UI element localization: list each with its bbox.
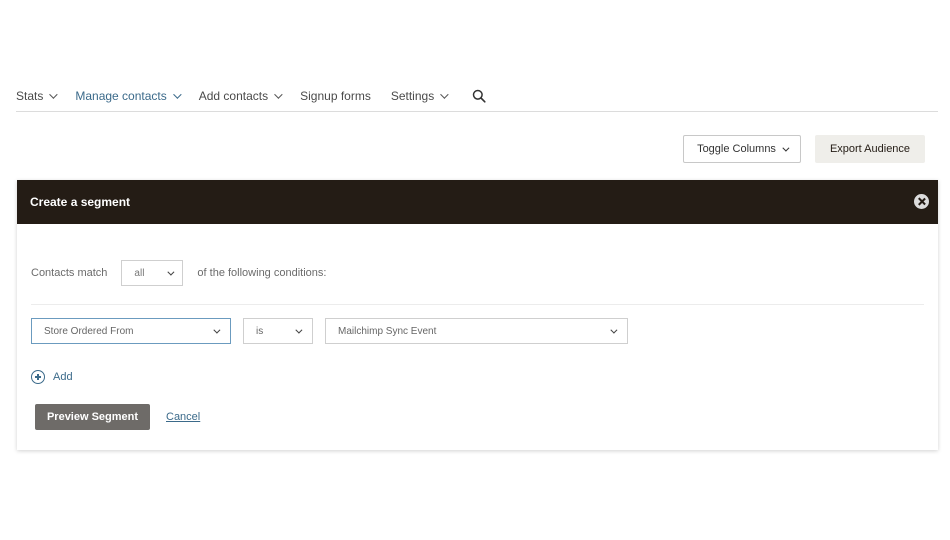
match-type-select[interactable]: all	[121, 260, 184, 286]
condition-field-value: Store Ordered From	[44, 325, 134, 337]
chevron-down-icon	[610, 326, 618, 334]
nav-manage-contacts[interactable]: Manage contacts	[75, 81, 182, 111]
add-condition-button[interactable]: Add	[31, 370, 73, 384]
chevron-down-icon	[49, 89, 59, 99]
chevron-down-icon	[167, 268, 175, 276]
top-navigation: Stats Manage contacts Add contacts Signu…	[16, 80, 938, 112]
nav-manage-contacts-label: Manage contacts	[75, 88, 167, 103]
divider	[31, 304, 924, 305]
preview-segment-button[interactable]: Preview Segment	[35, 404, 150, 430]
match-type-value: all	[134, 267, 145, 279]
match-row: Contacts match all of the following cond…	[31, 260, 326, 286]
create-segment-panel: Create a segment Contacts match all of t…	[17, 180, 938, 450]
panel-title: Create a segment	[30, 195, 131, 209]
segment-actions: Preview Segment Cancel	[35, 404, 200, 430]
search-icon[interactable]	[472, 89, 486, 103]
nav-signup-forms[interactable]: Signup forms	[300, 81, 371, 111]
panel-header: Create a segment	[17, 180, 938, 224]
toggle-columns-button[interactable]: Toggle Columns	[683, 135, 801, 163]
condition-operator-select[interactable]: is	[243, 318, 313, 344]
nav-settings-label: Settings	[390, 88, 435, 103]
nav-add-contacts[interactable]: Add contacts	[198, 81, 283, 111]
match-prefix: Contacts match	[31, 267, 108, 279]
chevron-down-icon	[440, 89, 449, 99]
chevron-down-icon	[295, 326, 303, 334]
condition-value-select[interactable]: Mailchimp Sync Event	[325, 318, 628, 344]
cancel-link[interactable]: Cancel	[166, 411, 200, 423]
nav-stats-label: Stats	[16, 88, 44, 103]
chevron-down-icon	[274, 89, 283, 99]
toggle-columns-label: Toggle Columns	[697, 143, 776, 155]
nav-settings[interactable]: Settings	[390, 81, 449, 111]
preview-segment-label: Preview Segment	[46, 411, 139, 423]
plus-circle-icon	[31, 370, 45, 384]
chevron-down-icon	[172, 89, 182, 99]
export-audience-label: Export Audience	[829, 143, 911, 155]
match-suffix: of the following conditions:	[197, 267, 327, 279]
add-condition-label: Add	[53, 371, 73, 383]
close-icon[interactable]	[914, 194, 929, 209]
nav-stats[interactable]: Stats	[16, 81, 59, 111]
chevron-down-icon	[213, 326, 221, 334]
nav-signup-forms-label: Signup forms	[300, 88, 371, 103]
export-audience-button[interactable]: Export Audience	[815, 135, 925, 163]
nav-add-contacts-label: Add contacts	[198, 88, 269, 103]
condition-value-value: Mailchimp Sync Event	[338, 325, 437, 337]
condition-field-select[interactable]: Store Ordered From	[31, 318, 231, 344]
condition-row: Store Ordered From is Mailchimp Sync Eve…	[31, 318, 628, 344]
chevron-down-icon	[782, 144, 790, 152]
condition-operator-value: is	[256, 325, 264, 337]
